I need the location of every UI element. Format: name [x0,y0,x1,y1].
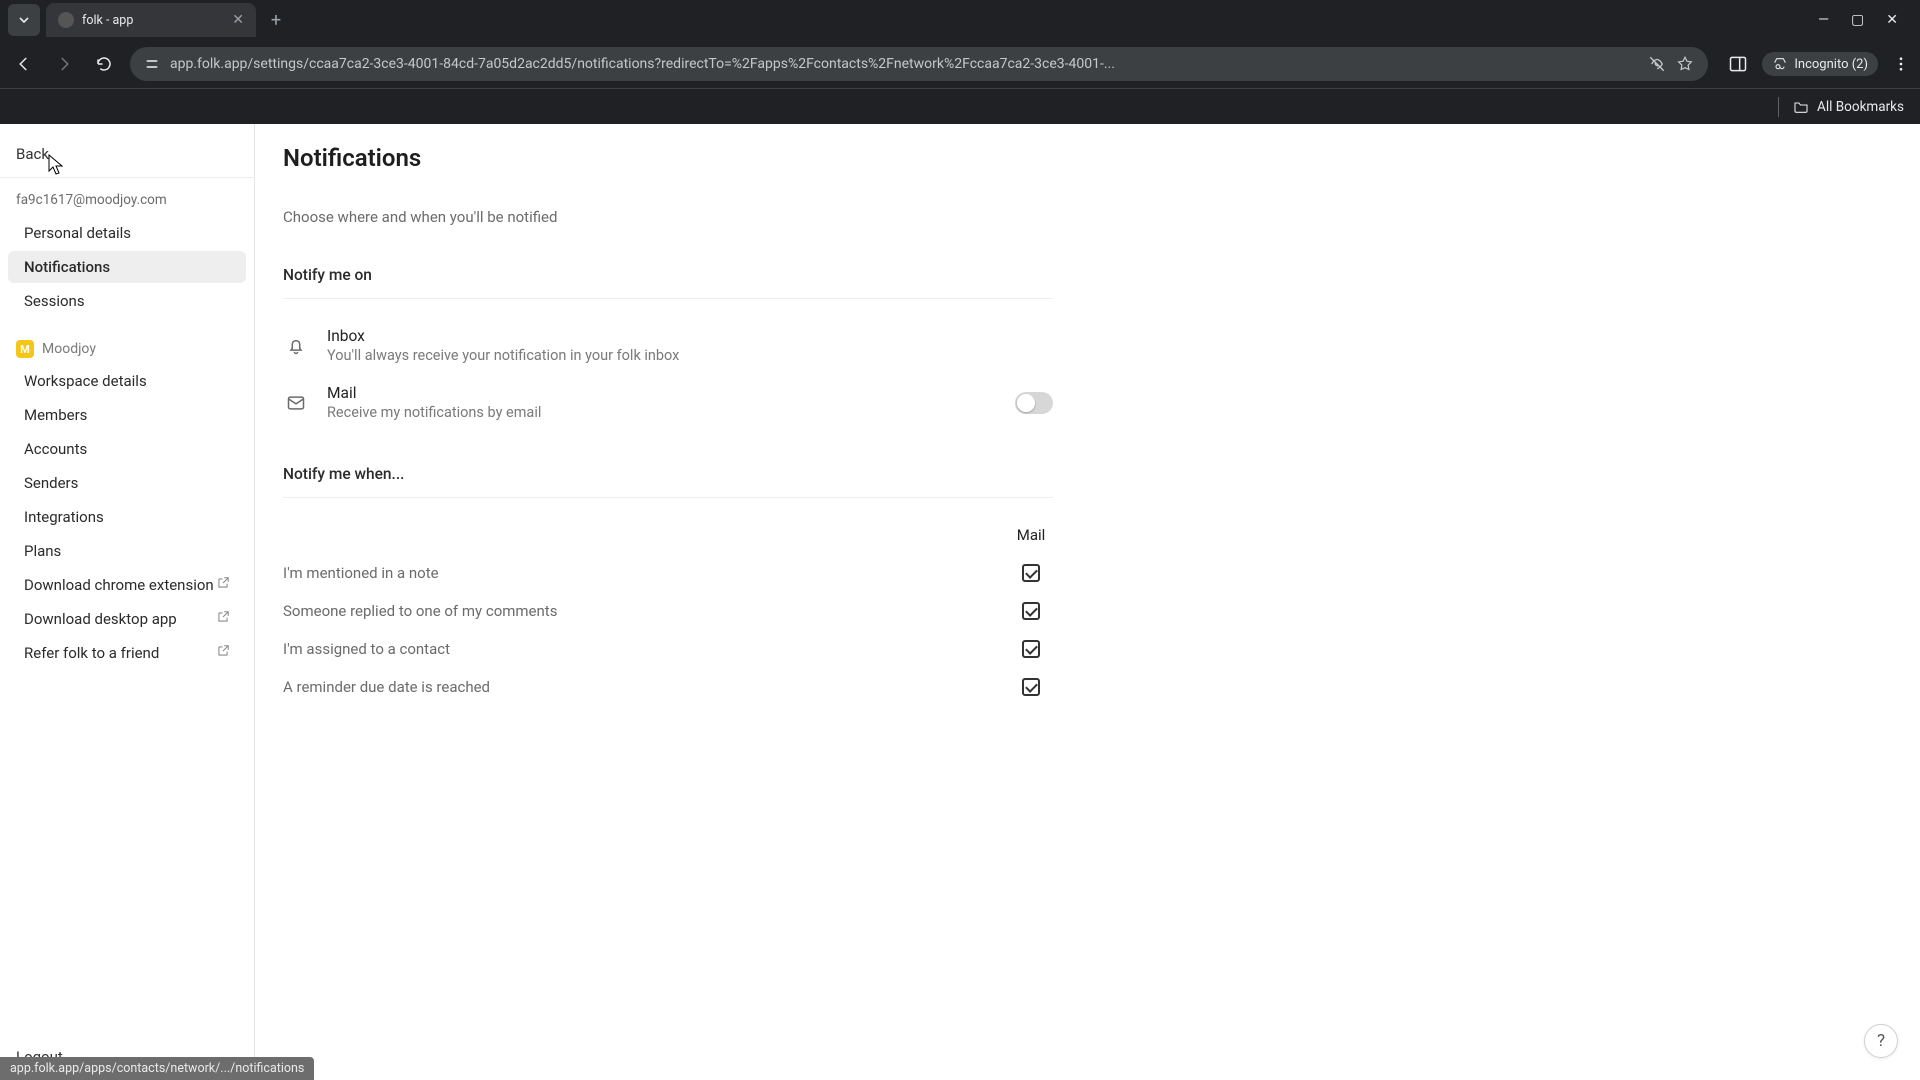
sidebar-item-senders[interactable]: Senders [8,467,246,499]
all-bookmarks-label: All Bookmarks [1817,99,1904,115]
star-icon[interactable] [1676,55,1694,73]
sidebar-item-personal-details[interactable]: Personal details [8,217,246,249]
when-row-mentioned: I'm mentioned in a note [283,554,1053,592]
channel-mail: Mail Receive my notifications by email [283,374,1053,431]
side-panel-icon[interactable] [1728,54,1748,74]
mail-column-header: Mail [1009,526,1053,544]
sidebar-item-desktop-app[interactable]: Download desktop app [8,603,246,635]
checkbox-mentioned[interactable] [1022,564,1040,582]
inbox-title: Inbox [327,327,679,345]
mail-desc: Receive my notifications by email [327,404,541,421]
close-window-icon[interactable]: ✕ [1886,12,1898,28]
page-subtitle: Choose where and when you'll be notified [283,208,1892,226]
settings-content: Notifications Choose where and when you'… [255,124,1920,1080]
sidebar-divider [0,177,254,178]
tab-title: folk - app [82,13,224,28]
arrow-right-icon [55,55,73,73]
window-controls: — ▢ ✕ [1818,12,1912,28]
tab-favicon [58,12,74,28]
sidebar-item-label: Refer folk to a friend [24,644,159,662]
folder-icon [1793,99,1809,115]
maximize-icon[interactable]: ▢ [1851,12,1864,28]
browser-chrome: folk - app ✕ + — ▢ ✕ app.folk.app/settin… [0,0,1920,124]
bookmarks-bar: All Bookmarks [0,88,1920,124]
toolbar-right: Incognito (2) [1720,52,1910,76]
sidebar-item-plans[interactable]: Plans [8,535,246,567]
external-link-icon [216,576,230,590]
browser-tab[interactable]: folk - app ✕ [46,3,256,37]
back-nav-button[interactable] [10,50,38,78]
reload-button[interactable] [90,50,118,78]
inbox-desc: You'll always receive your notification … [327,347,679,364]
minimize-icon[interactable]: — [1818,12,1829,28]
status-bar: app.folk.app/apps/contacts/network/.../n… [0,1057,314,1080]
toggle-knob [1017,394,1035,412]
when-row-assigned: I'm assigned to a contact [283,630,1053,668]
kebab-menu-icon[interactable] [1892,55,1910,73]
when-label: I'm mentioned in a note [283,564,439,582]
when-header: Mail [283,516,1053,554]
back-button[interactable]: Back [16,145,49,163]
checkbox-assigned[interactable] [1022,640,1040,658]
incognito-label: Incognito (2) [1794,57,1868,72]
all-bookmarks-button[interactable]: All Bookmarks [1793,99,1904,115]
forward-nav-button[interactable] [50,50,78,78]
chevron-down-icon [18,14,30,26]
section-divider [283,497,1053,498]
workspace-badge: M [16,340,34,358]
tab-search-dropdown[interactable] [8,4,40,36]
section-divider [283,298,1053,299]
sidebar-item-label: Download chrome extension [24,576,214,594]
when-label: A reminder due date is reached [283,678,490,696]
sidebar-item-integrations[interactable]: Integrations [8,501,246,533]
arrow-left-icon [15,55,33,73]
cursor-icon [46,154,66,176]
external-link-icon [216,610,230,624]
checkbox-reminder[interactable] [1022,678,1040,696]
workspace-header: M Moodjoy [0,326,254,364]
site-settings-icon[interactable] [144,56,160,72]
when-label: Someone replied to one of my comments [283,602,557,620]
channel-inbox: Inbox You'll always receive your notific… [283,317,1053,374]
sidebar-item-refer[interactable]: Refer folk to a friend [8,637,246,669]
mail-icon [283,393,309,413]
url-text: app.folk.app/settings/ccaa7ca2-3ce3-4001… [170,56,1638,72]
sidebar-item-workspace-details[interactable]: Workspace details [8,365,246,397]
sidebar-item-accounts[interactable]: Accounts [8,433,246,465]
when-row-replied: Someone replied to one of my comments [283,592,1053,630]
account-email: fa9c1617@moodjoy.com [0,186,254,216]
notify-when-heading: Notify me when... [283,465,1892,483]
url-bar[interactable]: app.folk.app/settings/ccaa7ca2-3ce3-4001… [130,47,1708,81]
reload-icon [95,55,113,73]
sidebar-item-label: Download desktop app [24,610,177,628]
notify-when-table: Mail I'm mentioned in a note Someone rep… [283,516,1053,706]
sidebar-item-members[interactable]: Members [8,399,246,431]
incognito-icon [1772,56,1788,72]
settings-sidebar: Back fa9c1617@moodjoy.com Personal detai… [0,124,255,1080]
app-root: Back fa9c1617@moodjoy.com Personal detai… [0,124,1920,1080]
browser-toolbar: app.folk.app/settings/ccaa7ca2-3ce3-4001… [0,40,1920,88]
sidebar-item-notifications[interactable]: Notifications [8,251,246,283]
when-label: I'm assigned to a contact [283,640,450,658]
workspace-name: Moodjoy [42,341,96,357]
sidebar-item-sessions[interactable]: Sessions [8,285,246,317]
when-row-reminder: A reminder due date is reached [283,668,1053,706]
bell-icon [283,336,309,356]
mail-toggle[interactable] [1015,392,1053,414]
mail-title: Mail [327,384,541,402]
sidebar-item-chrome-extension[interactable]: Download chrome extension [8,569,246,601]
bookmarks-divider [1778,97,1779,117]
eye-off-icon[interactable] [1648,55,1666,73]
tab-strip: folk - app ✕ + — ▢ ✕ [0,0,1920,40]
incognito-chip[interactable]: Incognito (2) [1762,52,1878,76]
help-button[interactable]: ? [1864,1024,1898,1058]
new-tab-button[interactable]: + [262,10,290,31]
notify-on-heading: Notify me on [283,266,1892,284]
close-icon[interactable]: ✕ [232,12,244,28]
external-link-icon [216,644,230,658]
page-title: Notifications [283,144,1892,172]
checkbox-replied[interactable] [1022,602,1040,620]
